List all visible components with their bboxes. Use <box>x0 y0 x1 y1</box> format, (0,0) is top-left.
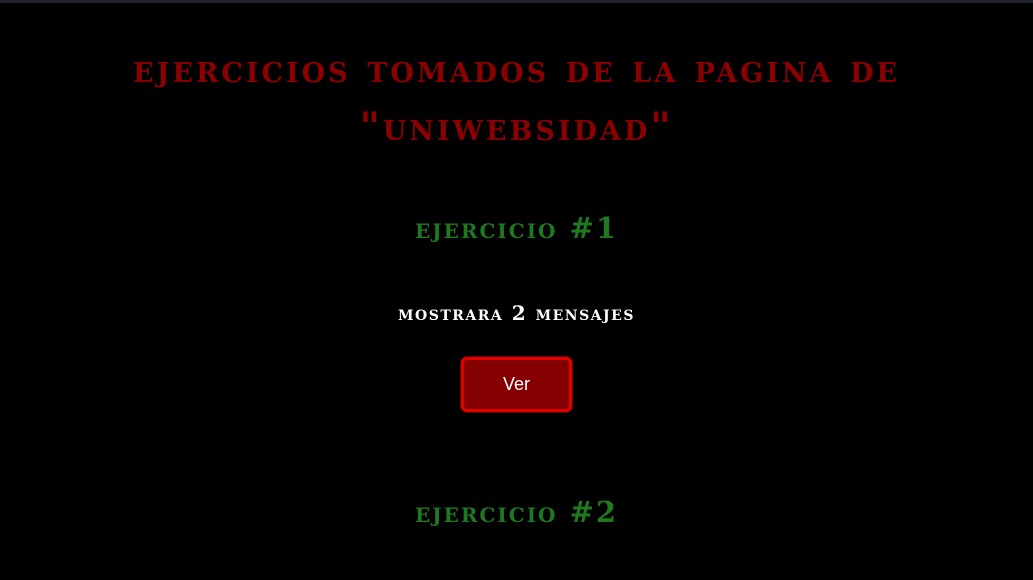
page-title-line-1: ejercicios tomados de la pagina de <box>133 46 900 92</box>
ver-button[interactable]: Ver <box>461 357 572 412</box>
exercise-1-heading: ejercicio #1 <box>414 211 619 245</box>
exercise-1-description: mostrara 2 mensajes <box>398 301 635 325</box>
browser-top-edge <box>0 0 1033 3</box>
page-title-line-2: "uniwebsidad" <box>359 104 674 150</box>
page-title: ejercicios tomados de la pagina de "uniwe… <box>0 40 1033 156</box>
exercise-2-heading: ejercicio #2 <box>414 495 619 529</box>
